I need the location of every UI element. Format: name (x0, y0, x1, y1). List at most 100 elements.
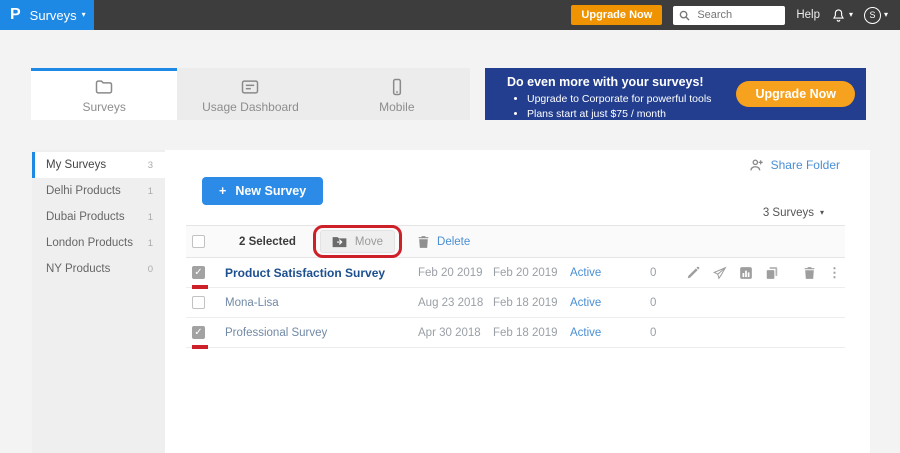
more-dots-icon[interactable]: ⋮ (828, 266, 841, 279)
search-icon (679, 10, 690, 21)
status-badge[interactable]: Active (570, 327, 650, 339)
selected-count-label: 2 Selected (239, 236, 296, 248)
chevron-down-icon: ▾ (884, 11, 888, 19)
folder-label: Dubai Products (46, 211, 125, 223)
trash-icon (417, 235, 430, 249)
sidebar-item-delhi-products[interactable]: Delhi Products 1 (32, 178, 165, 204)
folder-count: 1 (148, 186, 153, 197)
help-link[interactable]: Help (796, 9, 820, 21)
responses-count: 0 (650, 297, 695, 309)
surveys-table: 2 Selected Move Delete ✓ (186, 225, 845, 348)
surveys-count-label: 3 Surveys (763, 207, 814, 219)
trash-icon[interactable] (803, 266, 816, 280)
folder-label: My Surveys (46, 159, 106, 171)
share-folder-label: Share Folder (771, 158, 840, 172)
row-checkbox[interactable]: ✓ (192, 326, 205, 339)
bell-icon (831, 8, 846, 23)
mobile-icon (387, 77, 407, 97)
created-date: Aug 23 2018 (418, 297, 493, 309)
upgrade-now-button[interactable]: Upgrade Now (571, 5, 662, 25)
brand-area: P Surveys ▾ (0, 0, 94, 30)
bulk-actions-bar: 2 Selected Move Delete (186, 225, 845, 258)
duplicate-copy-icon[interactable] (765, 266, 779, 280)
tab-label: Mobile (379, 100, 414, 114)
folder-label: NY Products (46, 263, 110, 275)
delete-label: Delete (437, 236, 470, 248)
topbar-right-controls: Upgrade Now Help ▾ S ▾ (571, 5, 900, 25)
surveys-panel: Share Folder + New Survey 3 Surveys ▾ 2 … (165, 150, 870, 453)
move-folder-icon (332, 235, 347, 248)
status-badge[interactable]: Active (570, 297, 650, 309)
move-button[interactable]: Move (320, 230, 395, 253)
new-survey-label: New Survey (235, 184, 306, 198)
folders-sidebar: My Surveys 3 Delhi Products 1 Dubai Prod… (32, 150, 165, 453)
chevron-down-icon: ▾ (820, 209, 824, 217)
created-date: Apr 30 2018 (418, 327, 493, 339)
dashboard-icon (240, 77, 260, 97)
move-button-wrap: Move (320, 230, 395, 253)
created-date: Feb 20 2019 (418, 267, 493, 279)
folder-count: 0 (148, 264, 153, 275)
folder-count: 1 (148, 238, 153, 249)
edit-pencil-icon[interactable] (686, 266, 700, 280)
account-menu[interactable]: S ▾ (864, 7, 888, 24)
avatar: S (864, 7, 881, 24)
table-row: ✓ Professional Survey Apr 30 2018 Feb 18… (186, 318, 845, 348)
send-plane-icon[interactable] (712, 266, 727, 280)
responses-count: 0 (650, 327, 695, 339)
sidebar-item-london-products[interactable]: London Products 1 (32, 230, 165, 256)
tab-surveys[interactable]: Surveys (31, 68, 177, 120)
chevron-down-icon: ▾ (849, 11, 853, 19)
select-all-cell (192, 226, 225, 257)
folder-count: 1 (148, 212, 153, 223)
proprofs-logo[interactable]: P (10, 7, 21, 23)
select-all-checkbox[interactable] (192, 235, 205, 248)
row-checkbox-cell: ✓ (192, 318, 225, 347)
reports-chart-icon[interactable] (739, 266, 753, 280)
chevron-down-icon: ▾ (82, 11, 86, 19)
tab-label: Surveys (82, 100, 125, 114)
sidebar-item-my-surveys[interactable]: My Surveys 3 (32, 152, 165, 178)
modified-date: Feb 20 2019 (493, 267, 570, 279)
tab-label: Usage Dashboard (202, 100, 299, 114)
sidebar-item-dubai-products[interactable]: Dubai Products 1 (32, 204, 165, 230)
modified-date: Feb 18 2019 (493, 297, 570, 309)
banner-bullet: Plans start at just $75 / month (527, 107, 852, 122)
tab-usage-dashboard[interactable]: Usage Dashboard (177, 68, 323, 120)
move-label: Move (355, 236, 383, 248)
share-person-add-icon (748, 158, 764, 172)
modified-date: Feb 18 2019 (493, 327, 570, 339)
delete-button[interactable]: Delete (417, 235, 470, 249)
folder-icon (94, 77, 114, 97)
banner-upgrade-button[interactable]: Upgrade Now (736, 81, 855, 107)
survey-title-link[interactable]: Mona-Lisa (225, 297, 418, 309)
search-input[interactable] (695, 8, 779, 22)
folder-label: Delhi Products (46, 185, 121, 197)
top-navigation-bar: P Surveys ▾ Upgrade Now Help ▾ S ▾ (0, 0, 900, 30)
product-menu-label: Surveys (30, 8, 77, 23)
product-menu[interactable]: Surveys ▾ (30, 8, 86, 23)
row-checkbox-cell: ✓ (192, 258, 225, 287)
new-survey-button[interactable]: + New Survey (202, 177, 323, 205)
status-badge[interactable]: Active (570, 267, 650, 279)
row-checkbox[interactable] (192, 296, 205, 309)
upgrade-banner: Do even more with your surveys! Upgrade … (485, 68, 866, 120)
view-tabs: Surveys Usage Dashboard Mobile (31, 68, 470, 120)
share-folder-link[interactable]: Share Folder (748, 158, 840, 172)
tab-mobile[interactable]: Mobile (324, 68, 470, 120)
notifications-button[interactable]: ▾ (831, 8, 853, 23)
survey-title-link[interactable]: Product Satisfaction Survey (225, 266, 418, 280)
sidebar-item-ny-products[interactable]: NY Products 0 (32, 256, 165, 282)
annotation-checkbox-underline (192, 345, 208, 349)
folder-count: 3 (148, 160, 153, 171)
row-checkbox[interactable]: ✓ (192, 266, 205, 279)
folder-label: London Products (46, 237, 133, 249)
row-checkbox-cell (192, 288, 225, 317)
surveys-count-dropdown[interactable]: 3 Surveys ▾ (763, 207, 824, 219)
plus-icon: + (219, 184, 226, 198)
table-row: Mona-Lisa Aug 23 2018 Feb 18 2019 Active… (186, 288, 845, 318)
survey-title-link[interactable]: Professional Survey (225, 327, 418, 339)
table-row: ✓ Product Satisfaction Survey Feb 20 201… (186, 258, 845, 288)
search-box[interactable] (673, 6, 785, 25)
row-actions: ⋮ (695, 264, 845, 282)
